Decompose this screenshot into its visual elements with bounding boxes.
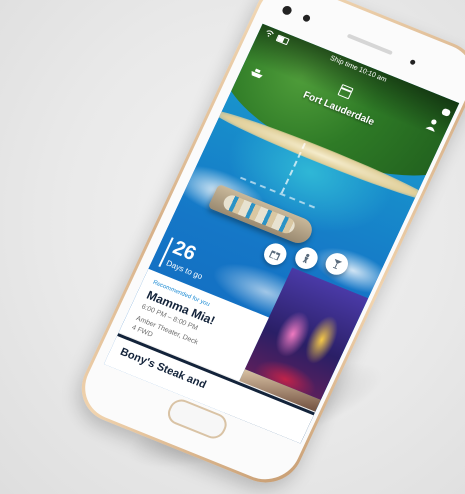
cocktail-icon: [332, 258, 343, 270]
earpiece-speaker: [346, 33, 393, 56]
front-camera: [280, 4, 294, 17]
proximity-sensor: [409, 59, 417, 66]
phone-body: Ship time 10:10 am Fort Lauderdale 26 Da…: [73, 0, 465, 490]
gift-icon: [268, 250, 281, 261]
phone-device: Ship time 10:10 am Fort Lauderdale 26 Da…: [69, 0, 465, 494]
sensor: [301, 13, 312, 23]
person-icon: [302, 253, 310, 264]
